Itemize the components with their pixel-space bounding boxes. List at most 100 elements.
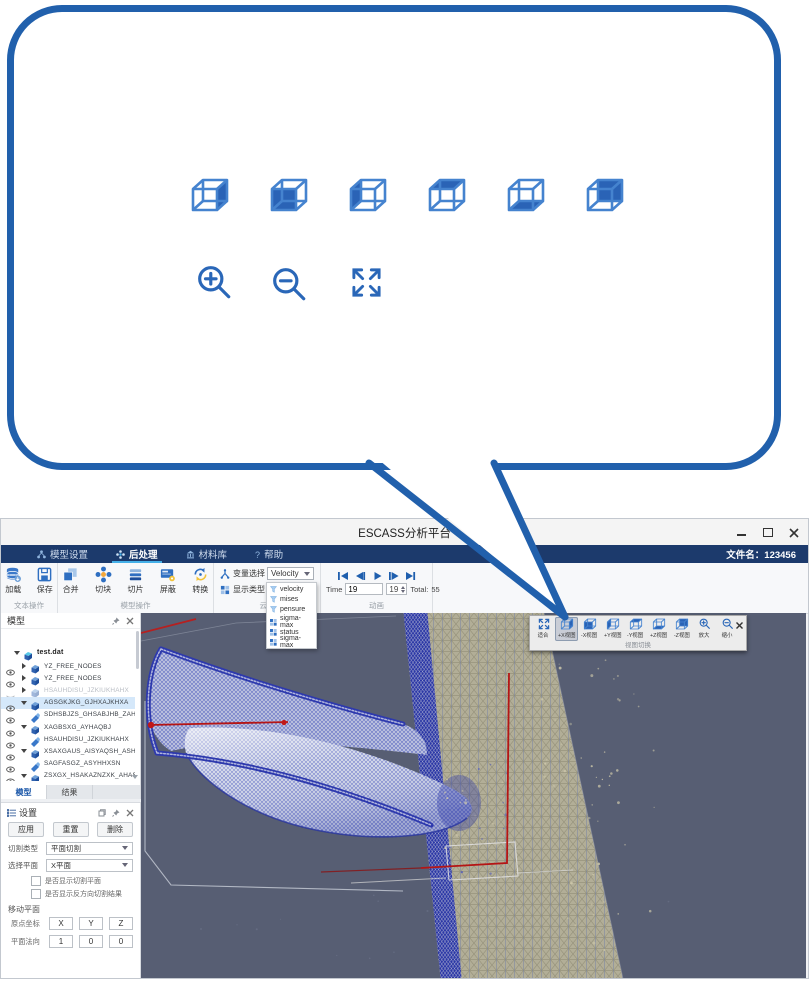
tree-item[interactable]: AGSGKJKG_GJHXAJKHXA <box>1 697 135 709</box>
expander-icon[interactable] <box>20 675 27 681</box>
restore-panel-icon[interactable] <box>98 809 106 817</box>
visibility-eye-icon[interactable] <box>6 736 15 743</box>
close-button[interactable] <box>788 526 800 538</box>
view-button-cube-ny[interactable]: -Y视图 <box>624 617 647 641</box>
expander-icon[interactable] <box>20 749 27 753</box>
normal-x-field[interactable] <box>49 935 73 948</box>
tree-scrollbar[interactable] <box>136 631 139 669</box>
visibility-eye-icon[interactable] <box>6 748 15 755</box>
merge-button[interactable]: 合并 <box>58 566 83 595</box>
tree-item[interactable]: HSAUHDISU_JZKIUKHAHX <box>1 684 135 696</box>
cut-type-select[interactable]: 平面切割 <box>46 842 133 855</box>
origin-x-field[interactable] <box>49 917 73 930</box>
skip-start-button[interactable] <box>337 568 349 578</box>
play-icon <box>371 571 383 581</box>
slice-button[interactable]: 切片 <box>123 566 148 595</box>
tab-model[interactable]: 模型 <box>1 785 47 799</box>
time-input[interactable] <box>345 583 383 595</box>
close-panel-icon[interactable] <box>126 617 134 625</box>
menu-item-post-process[interactable]: 后处理 <box>102 545 172 563</box>
view-button-fit[interactable]: 适合 <box>532 617 555 641</box>
show-reverse-cut-checkbox-row[interactable]: 是否显示反方向切割结果 <box>31 889 122 899</box>
display-type-button[interactable]: 显示类型 <box>220 584 265 595</box>
expander-icon[interactable] <box>20 774 27 778</box>
title-bar: ESCASS分析平台 <box>1 519 808 546</box>
tree-item[interactable]: SAGFASGZ_ASYHHXSN <box>1 758 135 770</box>
dropdown-option-sigma-max[interactable]: sigma-max <box>267 617 316 627</box>
view-button-cube-px[interactable]: +X视图 <box>555 617 578 641</box>
expander-icon[interactable] <box>20 725 27 729</box>
scroll-down-icon[interactable] <box>132 775 138 779</box>
viewport-3d[interactable]: 适合+X视图-X视图+Y视图-Y视图+Z视图-Z视图放大缩小 视图切换 <box>141 613 806 978</box>
reset-button[interactable]: 重置 <box>53 822 89 837</box>
plane-select[interactable]: X平面 <box>46 859 133 872</box>
panel-tabs: 模型 结果 <box>1 785 141 799</box>
visibility-eye-icon[interactable] <box>6 772 15 779</box>
step-forward-button[interactable] <box>388 568 400 578</box>
cut-block-button[interactable]: 切块 <box>90 566 115 595</box>
menu-item-model-settings[interactable]: 模型设置 <box>23 545 102 563</box>
menu-item-help[interactable]: ? 帮助 <box>241 545 297 563</box>
dropdown-option-sigma-max[interactable]: sigma-max <box>267 637 316 647</box>
dropdown-option-pensure[interactable]: pensure <box>267 604 316 614</box>
apply-button[interactable]: 应用 <box>8 822 44 837</box>
expander-icon[interactable] <box>20 687 27 693</box>
tree-item[interactable]: XSAXGAUS_AISYAQSH_ASHX <box>1 745 135 757</box>
origin-z-field[interactable] <box>109 917 133 930</box>
tree-item[interactable]: SDHSBJZS_GHSABJHB_ZAHU <box>1 709 135 721</box>
normal-y-field[interactable] <box>79 935 103 948</box>
tab-results[interactable]: 结果 <box>47 785 93 799</box>
view-button-cube-pz[interactable]: +Z视图 <box>647 617 670 641</box>
variable-dropdown[interactable]: Velocity <box>267 567 314 580</box>
skip-end-button[interactable] <box>405 568 417 578</box>
view-button-zoom-in[interactable]: 放大 <box>693 617 716 641</box>
variable-select-icon <box>220 569 230 579</box>
dropdown-option-mises[interactable]: mises <box>267 594 316 604</box>
visibility-eye-icon[interactable] <box>6 675 15 682</box>
visibility-eye-icon[interactable] <box>6 711 15 718</box>
variable-select-button[interactable]: 变量选择 <box>220 568 265 579</box>
tree-root-label: test.dat <box>37 649 64 656</box>
frame-stepper[interactable]: 19 <box>386 583 407 595</box>
view-button-cube-py[interactable]: +Y视图 <box>601 617 624 641</box>
view-button-cube-nz[interactable]: -Z视图 <box>670 617 693 641</box>
expander-icon[interactable] <box>20 663 27 669</box>
minimize-button[interactable] <box>736 526 748 538</box>
toolbar-close-button[interactable] <box>735 617 744 626</box>
close-panel-icon[interactable] <box>126 809 134 817</box>
tree-item[interactable]: HSAUHDISU_JZKIUKHAHX <box>1 733 135 745</box>
visibility-eye-icon[interactable] <box>6 699 15 706</box>
tree-root[interactable]: test.dat <box>1 646 135 659</box>
view-button-cube-nx[interactable]: -X视图 <box>578 617 601 641</box>
blocks-icon <box>270 619 277 626</box>
pin-icon[interactable] <box>112 617 120 625</box>
expander-icon[interactable] <box>20 701 27 705</box>
dropdown-option-velocity[interactable]: velocity <box>267 584 316 594</box>
delete-button[interactable]: 删除 <box>97 822 133 837</box>
save-button[interactable]: 保存 <box>33 566 58 595</box>
menu-item-material-library[interactable]: 材料库 <box>172 545 242 563</box>
visibility-eye-icon[interactable] <box>6 724 15 731</box>
step-back-button[interactable] <box>354 568 366 578</box>
maximize-button[interactable] <box>762 526 774 538</box>
pin-icon[interactable] <box>112 809 120 817</box>
checkbox-icon[interactable] <box>31 876 41 886</box>
visibility-eye-icon[interactable] <box>6 663 15 670</box>
tree-item[interactable]: XAGBSXG_AYHAQBJ <box>1 721 135 733</box>
tree-item[interactable]: ZSXGX_HSAKAZNZXK_AHASX <box>1 770 135 781</box>
origin-y-field[interactable] <box>79 917 103 930</box>
visibility-eye-icon[interactable] <box>6 687 15 694</box>
tree-item[interactable]: YZ_FREE_NODES <box>1 672 135 684</box>
normal-z-field[interactable] <box>109 935 133 948</box>
checkbox-icon[interactable] <box>31 889 41 899</box>
play-button[interactable] <box>371 568 383 578</box>
mask-button[interactable]: 屏蔽 <box>155 566 180 595</box>
convert-button[interactable]: 转换 <box>188 566 213 595</box>
tree-item[interactable]: YZ_FREE_NODES <box>1 660 135 672</box>
show-cut-plane-checkbox-row[interactable]: 是否显示切割平面 <box>31 876 101 886</box>
stepper-arrows[interactable] <box>401 586 406 593</box>
expander-icon[interactable] <box>13 651 20 655</box>
material-library-icon <box>186 550 195 559</box>
visibility-eye-icon[interactable] <box>6 760 15 767</box>
load-button[interactable]: 加载 <box>1 566 26 595</box>
